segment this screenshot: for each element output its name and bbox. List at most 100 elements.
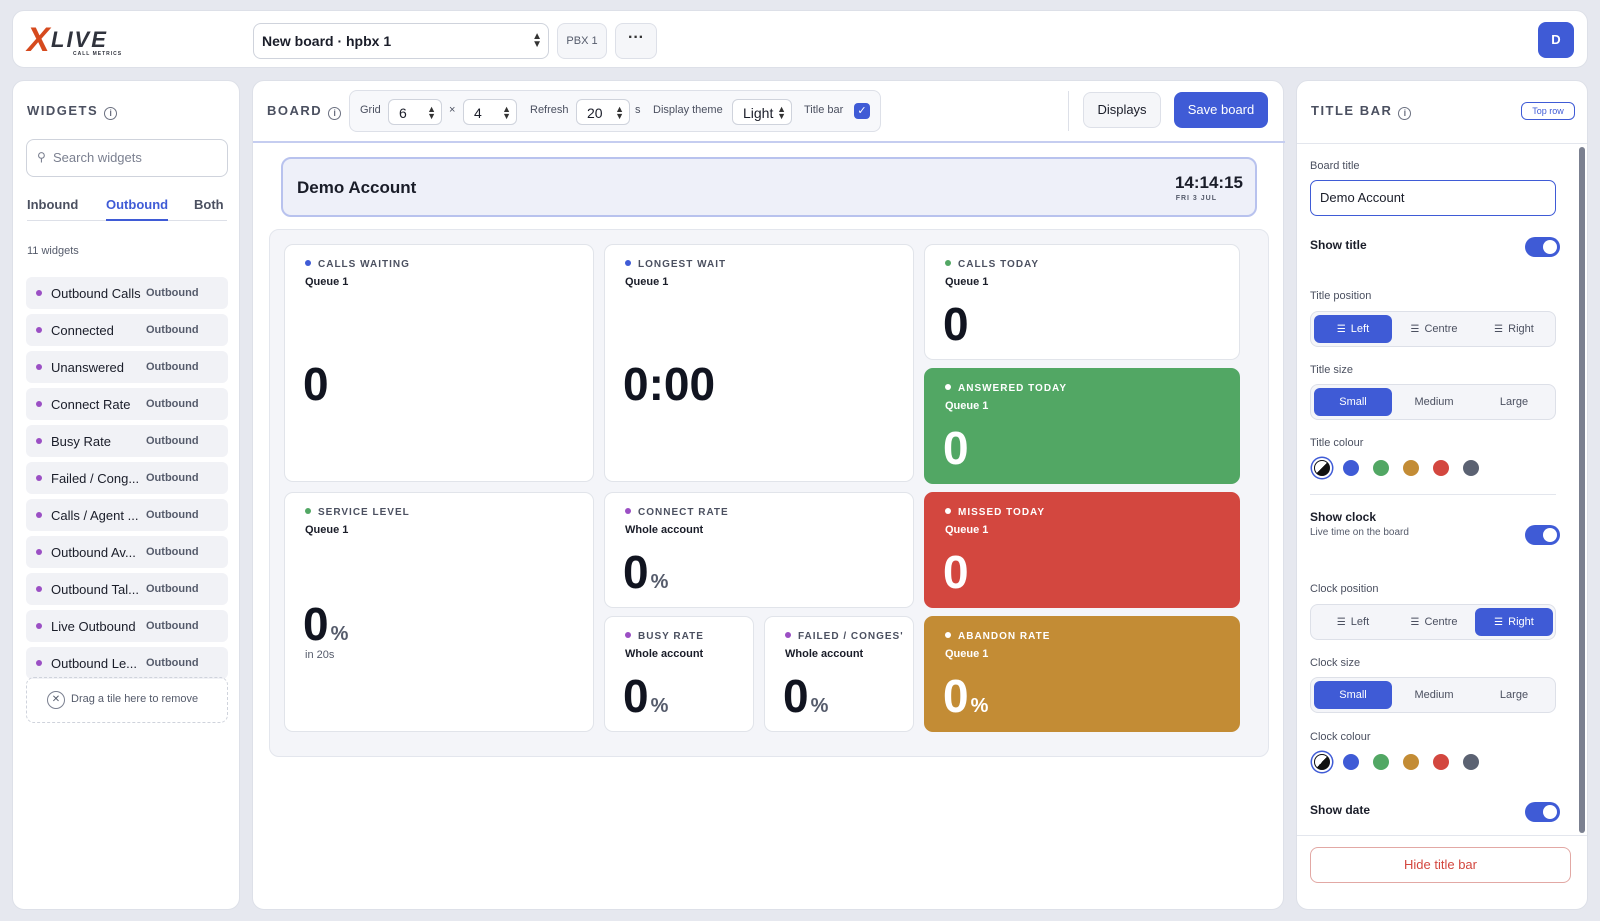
tile-value: 0%	[623, 549, 668, 605]
tile-label: LONGEST WAIT	[625, 259, 726, 270]
widget-name: Failed / Cong...	[51, 471, 140, 486]
swatch-green[interactable]	[1373, 460, 1389, 476]
board-select[interactable]: New board · hpbx 1 ▲ ▼	[253, 23, 549, 59]
xlive-logo[interactable]: X LIVE CALL METRICS	[27, 23, 137, 59]
swatch-blue[interactable]	[1343, 460, 1359, 476]
show-title-toggle[interactable]	[1525, 237, 1560, 257]
grid-times: ×	[449, 104, 456, 116]
title-position-label: Title position	[1310, 290, 1372, 302]
swatch-slate[interactable]	[1463, 460, 1479, 476]
widget-list-item[interactable]: Calls / Agent ... Outbound	[26, 499, 228, 531]
widget-list-item[interactable]: Failed / Cong... Outbound	[26, 462, 228, 494]
refresh-value: 20	[587, 105, 603, 121]
grid-rows-stepper[interactable]: 4 ▲ ▼	[463, 99, 517, 125]
swatch-slate[interactable]	[1463, 754, 1479, 770]
board-title-input[interactable]: Demo Account	[1310, 180, 1556, 216]
clock-size-medium[interactable]: Medium	[1395, 681, 1473, 709]
widget-tag: Outbound	[146, 361, 199, 373]
top-row-tag: Top row	[1521, 102, 1575, 120]
tab-outbound[interactable]: Outbound	[106, 197, 169, 221]
widget-list-item[interactable]: Connect Rate Outbound	[26, 388, 228, 420]
show-date-toggle[interactable]	[1525, 802, 1560, 822]
tile-busy-rate[interactable]: BUSY RATE Whole account 0%	[604, 616, 754, 732]
hide-title-bar-button[interactable]: Hide title bar	[1310, 847, 1571, 883]
close-icon: ✕	[47, 691, 65, 709]
tile-value: 0%	[783, 673, 828, 729]
widget-tag: Outbound	[146, 583, 199, 595]
grid-columns-stepper[interactable]: 6 ▲ ▼	[388, 99, 442, 125]
tile-failed-congestion[interactable]: FAILED / CONGES' Whole account 0%	[764, 616, 914, 732]
swatch-default[interactable]	[1314, 754, 1330, 770]
swatch-red[interactable]	[1433, 460, 1449, 476]
updown-icon: ▲ ▼	[502, 104, 511, 121]
widget-list-item[interactable]: Outbound Tal... Outbound	[26, 573, 228, 605]
title-bar-panel: TITLE BAR i Top row Board title Demo Acco…	[1296, 80, 1588, 910]
tile-calls-waiting[interactable]: CALLS WAITING Queue 1 0	[284, 244, 594, 482]
user-avatar[interactable]: D	[1538, 22, 1574, 58]
clock-position-centre[interactable]: ☰ Centre	[1395, 608, 1473, 636]
swatch-green[interactable]	[1373, 754, 1389, 770]
title-bar-checkbox[interactable]: ✓	[854, 103, 870, 119]
tile-longest-wait[interactable]: LONGEST WAIT Queue 1 0:00	[604, 244, 914, 482]
search-widgets-input[interactable]: ⚲ Search widgets	[26, 139, 228, 177]
title-size-small[interactable]: Small	[1314, 388, 1392, 416]
tile-unit: %	[650, 571, 669, 593]
swatch-amber[interactable]	[1403, 460, 1419, 476]
tile-calls-today[interactable]: CALLS TODAY Queue 1 0	[924, 244, 1240, 360]
tile-connect-rate[interactable]: CONNECT RATE Whole account 0%	[604, 492, 914, 608]
tile-answered-today[interactable]: ANSWERED TODAY Queue 1 0	[924, 368, 1240, 484]
widget-list-item[interactable]: Live Outbound Outbound	[26, 610, 228, 642]
title-size-medium[interactable]: Medium	[1395, 388, 1473, 416]
dropzone-text: Drag a tile here to remove	[71, 693, 199, 705]
tile-value-number: 0	[623, 670, 649, 722]
widget-tag: Outbound	[146, 398, 199, 410]
info-icon[interactable]: i	[104, 107, 118, 120]
align-icon: ☰	[1336, 617, 1346, 628]
widget-list-item[interactable]: Outbound Calls Outbound	[26, 277, 228, 309]
widget-list-item[interactable]: Connected Outbound	[26, 314, 228, 346]
panel-scrollbar[interactable]	[1579, 147, 1585, 833]
widget-list: Outbound Calls Outbound Connected Outbound U…	[26, 277, 228, 684]
title-position-right[interactable]: ☰ Right	[1475, 315, 1553, 343]
clock-size-small[interactable]: Small	[1314, 681, 1392, 709]
save-board-button[interactable]: Save board	[1174, 92, 1268, 128]
board-toolbar: BOARD i Grid 6 ▲ ▼ × 4 ▲ ▼ Refresh 20 ▲ ▼ s …	[253, 81, 1285, 143]
more-button[interactable]: ···	[615, 23, 657, 59]
widget-list-item[interactable]: Unanswered Outbound	[26, 351, 228, 383]
title-size-large[interactable]: Large	[1475, 388, 1553, 416]
clock-colour-label: Clock colour	[1310, 731, 1371, 743]
tile-service-level[interactable]: SERVICE LEVEL Queue 1 0% in 20s	[284, 492, 594, 732]
swatch-amber[interactable]	[1403, 754, 1419, 770]
swatch-blue[interactable]	[1343, 754, 1359, 770]
info-icon[interactable]: i	[328, 107, 342, 120]
title-position-centre[interactable]: ☰ Centre	[1395, 315, 1473, 343]
refresh-stepper[interactable]: 20 ▲ ▼	[576, 99, 630, 125]
clock-size-segment: Small Medium Large	[1310, 677, 1556, 713]
widget-list-item[interactable]: Busy Rate Outbound	[26, 425, 228, 457]
tab-both[interactable]: Both	[194, 197, 224, 221]
tab-inbound[interactable]: Inbound	[27, 197, 78, 221]
swatch-default[interactable]	[1314, 460, 1330, 476]
widget-list-item[interactable]: Outbound Av... Outbound	[26, 536, 228, 568]
pbx-tag[interactable]: PBX 1	[557, 23, 607, 59]
swatch-red[interactable]	[1433, 754, 1449, 770]
widgets-heading: WIDGETS i	[27, 103, 118, 120]
info-icon[interactable]: i	[1398, 107, 1412, 120]
display-theme-select[interactable]: Light ▲ ▼	[732, 99, 792, 125]
search-placeholder: Search widgets	[53, 150, 142, 165]
tile-subtitle: Whole account	[625, 524, 704, 536]
board-select-value: New board · hpbx 1	[262, 33, 392, 49]
displays-button[interactable]: Displays	[1083, 92, 1161, 128]
widget-list-item[interactable]: Outbound Le... Outbound	[26, 647, 228, 679]
tile-missed-today[interactable]: MISSED TODAY Queue 1 0	[924, 492, 1240, 608]
clock-position-right[interactable]: ☰ Right	[1475, 608, 1553, 636]
show-clock-toggle[interactable]	[1525, 525, 1560, 545]
status-dot	[625, 632, 631, 638]
tile-abandon-rate[interactable]: ABANDON RATE Queue 1 0%	[924, 616, 1240, 732]
clock-size-large[interactable]: Large	[1475, 681, 1553, 709]
remove-dropzone[interactable]: ✕ Drag a tile here to remove	[26, 677, 228, 723]
seg-label: Left	[1350, 616, 1370, 628]
title-position-left[interactable]: ☰ Left	[1314, 315, 1392, 343]
clock-position-left[interactable]: ☰ Left	[1314, 608, 1392, 636]
title-bar-preview[interactable]: Demo Account 14:14:15 FRI 3 JUL	[281, 157, 1257, 217]
